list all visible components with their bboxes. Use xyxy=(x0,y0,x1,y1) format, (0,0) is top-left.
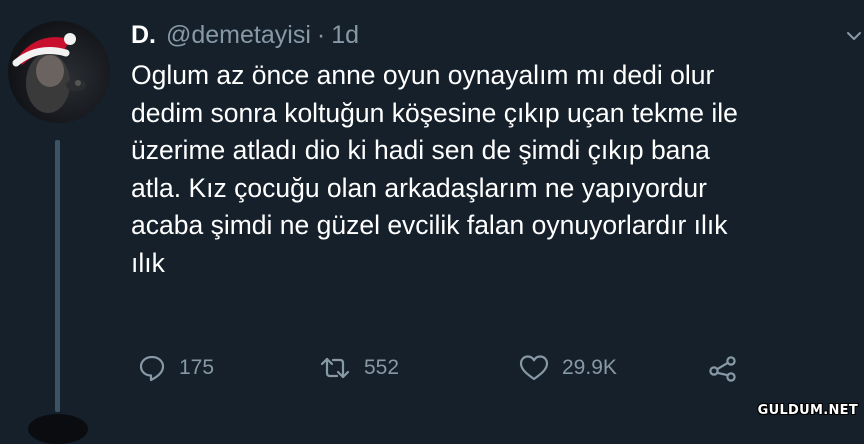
like-count: 29.9K xyxy=(562,356,617,379)
avatar[interactable] xyxy=(8,21,110,123)
heart-icon xyxy=(518,353,550,383)
tweet-text-line: ılık xyxy=(131,247,165,278)
tweet-text-line: dedim sonra koltuğun köşesine çıkıp uçan… xyxy=(131,97,738,128)
next-tweet-avatar[interactable] xyxy=(28,414,88,444)
tweet-text-line: atla. Kız çocuğu olan arkadaşlarım ne ya… xyxy=(131,172,707,203)
separator-dot: · xyxy=(316,21,326,49)
reply-icon xyxy=(137,353,167,383)
user-handle[interactable]: @demetayisi xyxy=(166,19,311,51)
share-icon xyxy=(707,353,739,383)
tweet-timestamp[interactable]: 1d xyxy=(331,19,359,51)
reply-button[interactable]: 175 xyxy=(137,350,214,386)
chevron-down-icon[interactable] xyxy=(844,26,864,46)
tweet-text-line: Oglum az önce anne oyun oynayalım mı ded… xyxy=(131,60,715,90)
retweet-icon xyxy=(318,353,352,383)
share-button[interactable] xyxy=(707,350,739,386)
avatar-image xyxy=(12,33,86,113)
tweet-text-line: üzerime atladı dio ki hadi sen de şimdi … xyxy=(131,135,710,165)
tweet-header: D. @demetayisi · 1d xyxy=(131,19,359,51)
retweet-button[interactable]: 552 xyxy=(318,350,399,386)
like-button[interactable]: 29.9K xyxy=(518,350,617,386)
reply-count: 175 xyxy=(179,356,215,379)
tweet-text-line: acaba şimdi ne güzel evcilik falan oynuy… xyxy=(131,210,728,240)
watermark: GULDUM.NET xyxy=(757,403,858,418)
thread-line xyxy=(55,140,60,412)
retweet-count: 552 xyxy=(364,356,400,379)
display-name[interactable]: D. xyxy=(131,19,156,51)
tweet-text: Oglum az önce anne oyun oynayalım mı ded… xyxy=(131,57,851,282)
